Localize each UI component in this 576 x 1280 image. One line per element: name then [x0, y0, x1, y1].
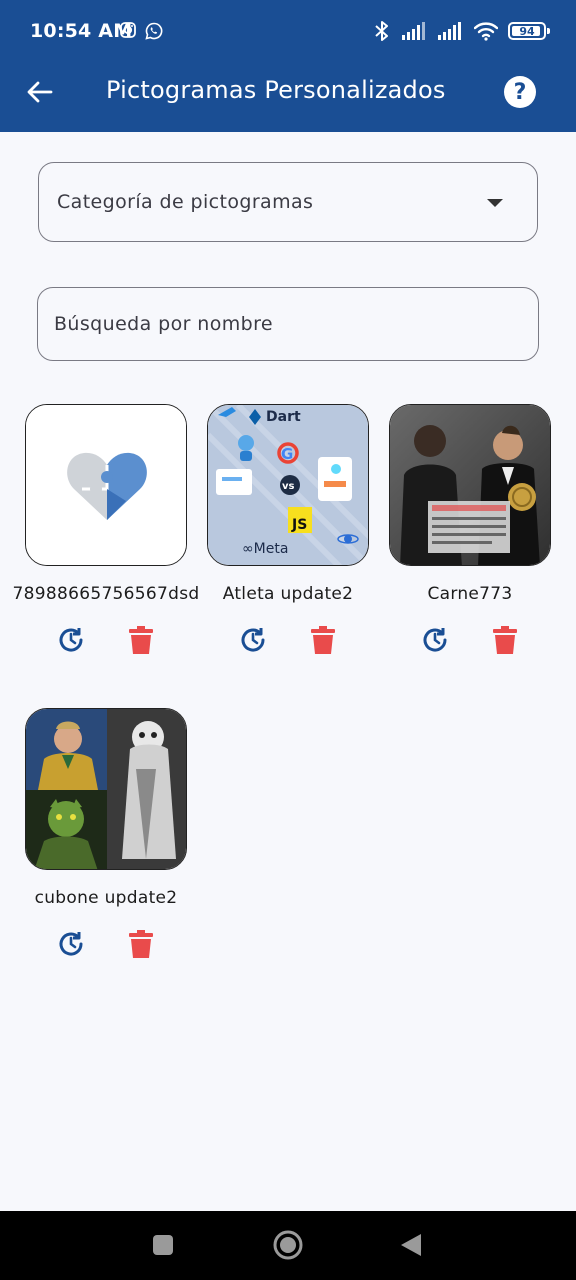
app-bar: Pictogramas Personalizados ? — [0, 60, 576, 124]
pictogram-actions — [25, 604, 187, 664]
svg-text:G: G — [281, 445, 293, 463]
search-input[interactable] — [54, 308, 514, 340]
search-field[interactable] — [37, 287, 539, 361]
delete-button[interactable] — [123, 926, 159, 962]
instagram-icon — [120, 22, 136, 38]
pictogram-image-football-photo[interactable] — [389, 404, 551, 566]
pictogram-name: Carne773 — [427, 584, 513, 604]
delete-button[interactable] — [305, 622, 341, 658]
tech-logos-collage: Dart G vs JS ∞Meta — [208, 405, 368, 565]
update-icon — [59, 932, 83, 956]
pictogram-card: 78988665756567dsd — [13, 404, 199, 664]
system-nav-bar — [0, 1211, 576, 1280]
pictogram-card: Dart G vs JS ∞Meta Atleta update2 — [207, 404, 369, 664]
update-icon — [241, 628, 265, 652]
page-title: Pictogramas Personalizados — [106, 76, 446, 104]
pictogram-card: cubone update2 — [25, 708, 187, 968]
delete-icon — [493, 626, 517, 654]
recents-button[interactable] — [152, 1234, 174, 1256]
category-dropdown-label: Categoría de pictogramas — [57, 191, 314, 213]
status-bar: 10:54 AM 94 — [0, 0, 576, 64]
update-button[interactable] — [53, 622, 89, 658]
help-icon: ? — [513, 79, 527, 105]
signal-icon — [402, 22, 425, 40]
football-players-photo — [390, 405, 550, 565]
battery-percent: 94 — [519, 24, 535, 38]
pictogram-actions — [389, 604, 551, 664]
svg-text:vs: vs — [282, 481, 295, 492]
update-button[interactable] — [235, 622, 271, 658]
wifi-icon — [474, 22, 498, 41]
pictogram-name: Atleta update2 — [222, 584, 354, 604]
pictogram-card: Carne773 — [389, 404, 551, 664]
update-button[interactable] — [53, 926, 89, 962]
delete-button[interactable] — [487, 622, 523, 658]
pictogram-image-superheroes[interactable] — [25, 708, 187, 870]
pictogram-image-tech-collage[interactable]: Dart G vs JS ∞Meta — [207, 404, 369, 566]
update-icon — [59, 628, 83, 652]
back-button[interactable] — [20, 74, 60, 110]
status-time: 10:54 AM — [30, 20, 133, 42]
pictogram-image-puzzle-heart[interactable] — [25, 404, 187, 566]
delete-icon — [129, 930, 153, 958]
arrow-back-icon — [27, 81, 53, 103]
svg-text:∞Meta: ∞Meta — [242, 541, 288, 557]
delete-button[interactable] — [123, 622, 159, 658]
top-bar: 10:54 AM 94 Pictogramas Personalizados ? — [0, 0, 576, 132]
superheroes-collage — [26, 709, 186, 869]
home-button[interactable] — [272, 1229, 304, 1261]
svg-text:Dart: Dart — [266, 409, 301, 425]
category-dropdown[interactable]: Categoría de pictogramas — [38, 162, 538, 242]
pictogram-actions — [207, 604, 369, 664]
pictogram-name: 78988665756567dsd — [12, 584, 200, 604]
pictogram-name: cubone update2 — [34, 888, 178, 908]
whatsapp-icon — [145, 22, 163, 40]
delete-icon — [129, 626, 153, 654]
signal-2-icon — [438, 22, 461, 40]
status-icons: 94 — [372, 20, 550, 42]
dropdown-arrow-icon — [487, 199, 503, 207]
update-icon — [423, 628, 447, 652]
delete-icon — [311, 626, 335, 654]
back-nav-button[interactable] — [400, 1233, 422, 1257]
battery-icon: 94 — [508, 22, 550, 40]
help-button[interactable]: ? — [504, 76, 536, 108]
puzzle-heart-logo — [26, 405, 186, 565]
pictogram-actions — [25, 908, 187, 968]
svg-text:JS: JS — [291, 517, 307, 533]
bluetooth-icon — [375, 21, 388, 41]
update-button[interactable] — [417, 622, 453, 658]
